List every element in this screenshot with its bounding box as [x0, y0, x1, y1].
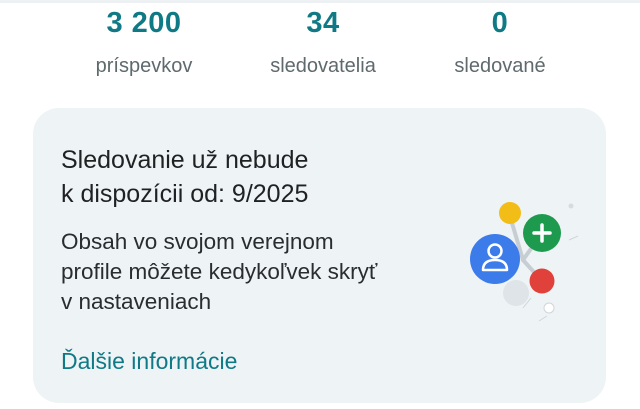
profile-stats: 3 200 príspevkov 34 sledovatelia 0 sledo…	[0, 0, 640, 100]
card-title-line: Sledovanie už nebude	[61, 146, 309, 174]
card-description-line: profile môžete kedykoľvek skryť	[61, 259, 378, 284]
stat-posts-value: 3 200	[106, 7, 182, 39]
decor-line	[538, 315, 548, 322]
stat-following-label: sledované	[454, 55, 546, 77]
yellow-node	[499, 202, 521, 224]
person-icon	[470, 234, 520, 284]
decor-line	[568, 235, 579, 241]
decor-dot	[568, 203, 574, 209]
stat-followers-label: sledovatelia	[270, 55, 376, 77]
card-title-line: k dispozícii od: 9/2025	[61, 180, 309, 208]
plus-icon	[523, 214, 561, 252]
card-title: Sledovanie už nebude k dispozícii od: 9/…	[61, 143, 421, 211]
stat-followers[interactable]: 34 sledovatelia	[243, 6, 403, 78]
red-node	[529, 268, 555, 294]
follow-illustration	[470, 202, 579, 322]
decor-circle	[503, 280, 529, 306]
stat-following-value: 0	[491, 7, 509, 39]
stat-posts[interactable]: 3 200 príspevkov	[64, 6, 224, 78]
card-description-line: v nastaveniach	[61, 289, 212, 314]
card-description-line: Obsah vo svojom verejnom	[61, 229, 334, 254]
stat-followers-value: 34	[306, 7, 340, 39]
card-description: Obsah vo svojom verejnom profile môžete …	[61, 227, 461, 317]
stat-posts-label: príspevkov	[95, 55, 193, 77]
stat-following[interactable]: 0 sledované	[420, 6, 580, 78]
follow-deprecation-card: Sledovanie už nebude k dispozícii od: 9/…	[33, 108, 606, 403]
learn-more-link[interactable]: Ďalšie informácie	[61, 346, 237, 376]
decor-dot	[543, 302, 555, 314]
